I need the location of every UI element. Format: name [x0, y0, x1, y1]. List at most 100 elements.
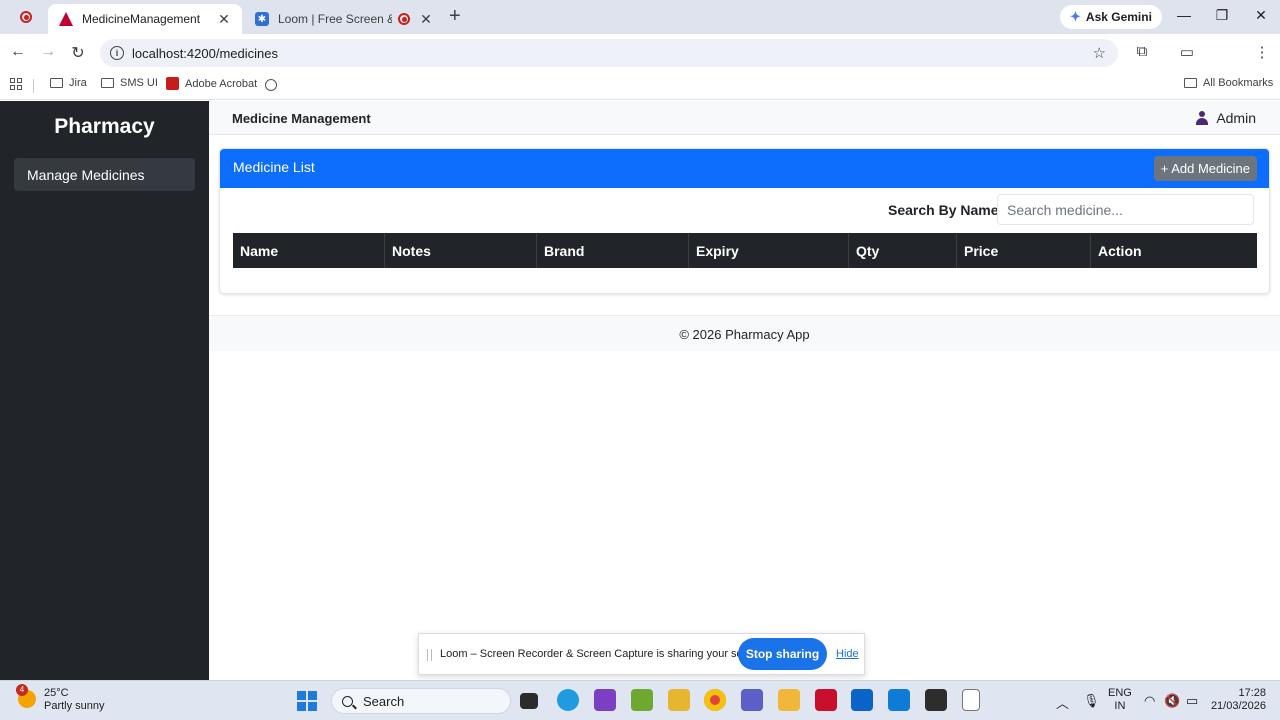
tab-title: Loom | Free Screen & Video Recording — [278, 12, 392, 26]
all-bookmarks-label: All Bookmarks — [1203, 77, 1274, 89]
vscode-icon[interactable] — [888, 689, 910, 711]
task-view-icon[interactable] — [520, 693, 538, 709]
visual-studio-icon[interactable] — [594, 689, 616, 711]
apps-grid-icon[interactable] — [10, 78, 22, 90]
card-header: Medicine List + Add Medicine — [220, 149, 1269, 188]
bookmarks-separator — [33, 79, 34, 93]
close-tab-icon[interactable]: ✕ — [216, 11, 232, 28]
all-bookmarks[interactable]: All Bookmarks — [1184, 77, 1273, 89]
notepad-plus-icon[interactable] — [631, 689, 653, 711]
column-header-expiry: Expiry — [689, 233, 849, 268]
folder-icon — [50, 78, 63, 88]
tab-title: MedicineManagement — [82, 12, 201, 26]
user-name: Admin — [1216, 110, 1256, 126]
brand-title: Pharmacy — [54, 115, 155, 138]
bookmark-globe[interactable] — [265, 79, 277, 91]
main-header: Medicine Management Admin — [209, 101, 1280, 135]
clock[interactable]: 17:28 21/03/2026 — [1208, 687, 1266, 713]
column-header-name: Name — [233, 233, 385, 268]
chrome-icon[interactable] — [704, 689, 726, 711]
bookmark-adobe-acrobat[interactable]: Adobe Acrobat — [166, 77, 257, 90]
medicine-list-card: Medicine List + Add Medicine Search By N… — [219, 148, 1270, 294]
clock-time: 17:28 — [1238, 687, 1266, 699]
column-header-price: Price — [957, 233, 1091, 268]
folder-icon — [1184, 78, 1197, 88]
bookmark-jira[interactable]: Jira — [50, 77, 87, 89]
loom-icon: ✱ — [254, 11, 270, 27]
bookmark-sms-ui[interactable]: SMS UI — [101, 77, 158, 89]
language-code: ENG — [1108, 687, 1132, 699]
reload-icon[interactable]: ↻ — [68, 43, 88, 63]
back-icon[interactable]: ← — [8, 43, 28, 61]
microphone-icon[interactable]: 🎙 — [1083, 693, 1100, 709]
search-input[interactable] — [997, 194, 1254, 225]
app-icon[interactable] — [815, 689, 837, 711]
user-icon — [1196, 111, 1209, 125]
adobe-acrobat-icon — [166, 77, 179, 90]
loom-sharing-message: Loom – Screen Recorder & Screen Capture … — [440, 648, 768, 660]
column-header-brand: Brand — [537, 233, 689, 268]
weather-badge: 4 — [16, 684, 28, 696]
page-title: Medicine Management — [232, 111, 371, 126]
region-code: IN — [1114, 700, 1126, 712]
column-header-action: Action — [1098, 243, 1142, 259]
extensions-icon[interactable]: ⧉ — [1132, 43, 1152, 60]
close-tab-icon[interactable]: ✕ — [418, 11, 434, 28]
file-explorer-icon[interactable] — [778, 689, 800, 711]
folder-icon — [101, 78, 114, 88]
wifi-icon[interactable]: ◠ — [1144, 693, 1155, 709]
weather-icon: 4 — [16, 684, 36, 708]
speaker-muted-icon[interactable]: 🔇 — [1164, 693, 1180, 709]
globe-icon — [265, 79, 277, 91]
forward-icon[interactable]: → — [38, 43, 58, 61]
angular-icon — [58, 11, 74, 27]
gemini-icon: ✦ — [1070, 9, 1081, 24]
weather-condition: Partly sunny — [44, 700, 105, 712]
search-icon — [342, 695, 353, 707]
new-tab-button[interactable]: + — [449, 6, 461, 26]
recording-icon — [396, 11, 412, 27]
tab-loom[interactable]: ✱ Loom | Free Screen & Video Recording ✕ — [246, 4, 442, 34]
ask-gemini-button[interactable]: ✦ Ask Gemini — [1060, 5, 1162, 29]
taskbar-search-label: Search — [363, 693, 405, 709]
add-medicine-button[interactable]: + Add Medicine — [1153, 156, 1257, 181]
tab-search-icon[interactable]: ▭ — [1177, 43, 1197, 61]
recording-icon[interactable] — [18, 9, 34, 25]
bookmark-label: SMS UI — [120, 77, 158, 89]
restore-icon[interactable]: ❐ — [1212, 7, 1232, 24]
weather-widget[interactable]: 4 25°C Partly sunny — [16, 684, 105, 713]
taskbar-search[interactable]: Search — [331, 688, 511, 714]
clock-date: 21/03/2026 — [1210, 700, 1266, 712]
tab-medicine-management[interactable]: MedicineManagement ✕ — [48, 4, 242, 34]
teams-icon[interactable] — [741, 689, 763, 711]
minimize-icon[interactable]: — — [1174, 7, 1194, 23]
site-info-icon[interactable]: i — [110, 46, 124, 60]
chevron-up-icon[interactable]: ︿ — [1056, 693, 1069, 712]
sidebar-item-manage-medicines[interactable]: Manage Medicines — [14, 158, 195, 191]
edge-icon[interactable] — [557, 689, 579, 711]
sidebar: Pharmacy Manage Medicines — [0, 101, 209, 680]
bookmark-label: Jira — [69, 77, 87, 89]
windows-start-icon[interactable] — [297, 691, 317, 711]
outlook-icon[interactable] — [851, 689, 873, 711]
stop-sharing-button[interactable]: Stop sharing — [738, 638, 827, 670]
file-icon[interactable] — [962, 689, 980, 711]
windows-taskbar: 4 25°C Partly sunny Search ︿ 🎙 ENG IN ◠ … — [0, 680, 1280, 720]
temperature: 25°C — [44, 687, 69, 699]
hide-link[interactable]: Hide — [836, 648, 859, 660]
table-header: Name Notes Brand Expiry Qty Price Action — [233, 233, 1257, 268]
tool-icon[interactable] — [668, 689, 690, 711]
bookmark-label: Adobe Acrobat — [185, 77, 258, 90]
browser-toolbar: ← → ↻ i localhost:4200/medicines ☆ ⧉ ▭ ⋮ — [0, 34, 1280, 96]
address-bar[interactable]: i localhost:4200/medicines ☆ — [100, 39, 1118, 67]
drag-handle-icon[interactable] — [427, 649, 432, 661]
bookmark-star-icon[interactable]: ☆ — [1093, 44, 1106, 62]
user-menu[interactable]: Admin — [1196, 110, 1256, 126]
language-indicator[interactable]: ENG IN — [1108, 687, 1132, 713]
url-text: localhost:4200/medicines — [132, 45, 278, 61]
menu-dots-icon[interactable]: ⋮ — [1252, 43, 1272, 61]
card-title: Medicine List — [233, 159, 315, 175]
close-window-icon[interactable]: ✕ — [1251, 7, 1271, 24]
terminal-icon[interactable] — [925, 689, 947, 711]
battery-icon[interactable]: ▭ — [1186, 693, 1198, 709]
